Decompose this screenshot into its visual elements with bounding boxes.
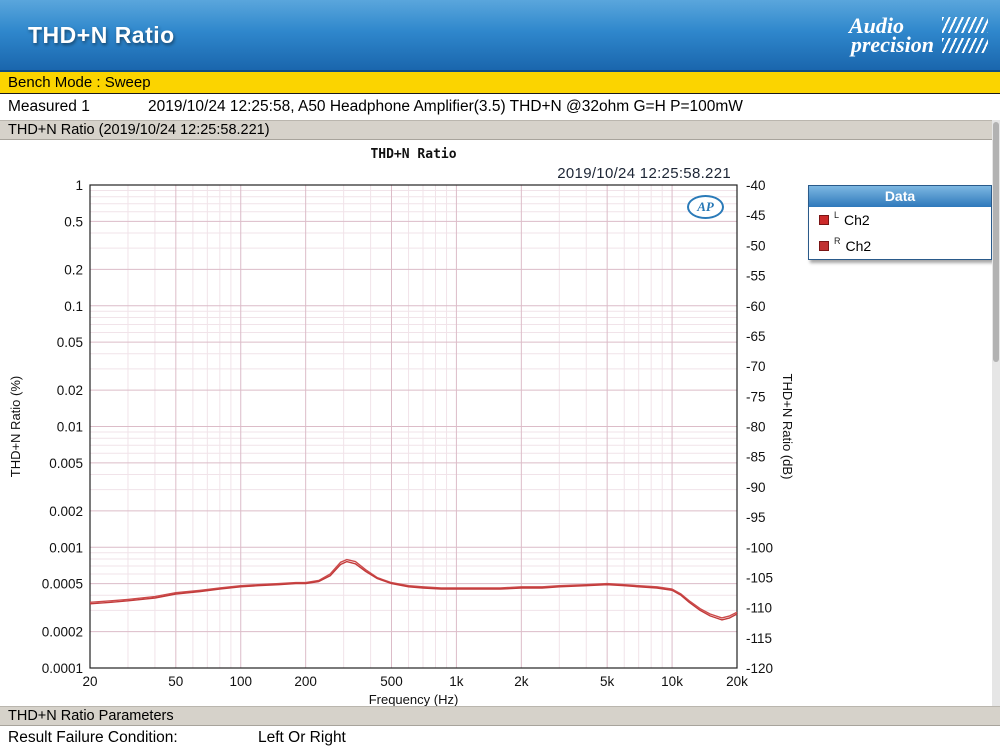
series-line [90, 560, 737, 618]
x-tick-label: 100 [229, 674, 252, 689]
ap-logo-badge: AP [687, 195, 724, 219]
failure-condition-value: Left Or Right [258, 729, 346, 747]
y-tick-label-right: -95 [746, 510, 766, 525]
legend-swatch [819, 241, 829, 251]
y-tick-label-left: 0.002 [49, 504, 83, 519]
x-tick-label: 20k [726, 674, 748, 689]
y-tick-label-right: -55 [746, 269, 766, 284]
y-tick-label-left: 0.005 [49, 456, 83, 471]
measured-value: 2019/10/24 12:25:58, A50 Headphone Ampli… [148, 98, 743, 116]
measured-label: Measured 1 [8, 98, 148, 116]
bench-mode-text: Bench Mode : Sweep [8, 74, 151, 91]
legend-body: LCh2RCh2 [809, 207, 991, 259]
y-tick-label-right: -120 [746, 661, 773, 676]
y-tick-label-right: -50 [746, 238, 766, 253]
y-tick-label-right: -110 [746, 601, 772, 616]
y-tick-label-left: 0.0002 [42, 625, 83, 640]
y-axis-label-right: THD+N Ratio (dB) [780, 374, 795, 480]
y-tick-label-left: 1 [75, 178, 83, 193]
stripe-block [942, 38, 988, 54]
y-tick-label-right: -65 [746, 329, 766, 344]
x-tick-label: 50 [168, 674, 183, 689]
y-tick-label-right: -75 [746, 389, 766, 404]
x-tick-label: 5k [600, 674, 615, 689]
parameters-header-bar: THD+N Ratio Parameters [0, 706, 1000, 726]
chart-timestamp: 2019/10/24 12:25:58.221 [557, 165, 731, 182]
vertical-scrollbar[interactable] [992, 120, 1000, 706]
brand-wordmark: Audio precision [849, 16, 934, 55]
y-tick-label-right: -100 [746, 540, 773, 555]
y-tick-label-left: 0.05 [57, 335, 83, 350]
brand-stripes-icon [942, 17, 988, 53]
channel-superscript: L [834, 210, 839, 220]
audio-precision-logo: Audio precision [849, 16, 988, 55]
y-tick-label-right: -40 [746, 178, 766, 193]
y-tick-label-right: -105 [746, 570, 773, 585]
y-tick-label-left: 0.2 [64, 262, 83, 277]
y-tick-label-right: -80 [746, 420, 766, 435]
series-line [90, 562, 737, 620]
x-tick-label: 20 [82, 674, 97, 689]
legend-entry[interactable]: R Ch2 [809, 233, 991, 259]
result-header-text: THD+N Ratio (2019/10/24 12:25:58.221) [8, 122, 270, 138]
page-title: THD+N Ratio [28, 22, 175, 49]
brand-line2: precision [849, 35, 934, 54]
x-tick-label: 500 [380, 674, 403, 689]
chart-region: 20 50 100 200 500 1k 2k 5k 10k 20k 1 0.5 0.2 0.1 0.05 0… [0, 140, 1000, 706]
y-tick-label-right: -115 [746, 631, 772, 646]
y-tick-label-right: -45 [746, 208, 766, 223]
bench-mode-bar: Bench Mode : Sweep [0, 72, 1000, 94]
y-tick-label-left: 0.5 [64, 214, 83, 229]
legend-entry[interactable]: L Ch2 [809, 207, 991, 233]
y-tick-label-left: 0.0001 [42, 661, 83, 676]
legend-swatch [819, 215, 829, 225]
y-tick-label-left: 0.02 [57, 383, 83, 398]
stripe-block [942, 17, 988, 33]
legend: Data LCh2RCh2 [808, 185, 992, 260]
parameters-header-text: THD+N Ratio Parameters [8, 708, 174, 724]
x-tick-label: 10k [661, 674, 683, 689]
y-tick-label-left: 0.1 [64, 299, 83, 314]
title-bar: THD+N Ratio Audio precision [0, 0, 1000, 72]
y-tick-label-right: -90 [746, 480, 766, 495]
failure-condition-label: Result Failure Condition: [8, 729, 258, 747]
x-tick-label: 2k [514, 674, 529, 689]
app-window: THD+N Ratio Audio precision Bench Mode :… [0, 0, 1000, 750]
failure-condition-row: Result Failure Condition: Left Or Right [0, 726, 1000, 750]
x-axis-label: Frequency (Hz) [369, 692, 459, 706]
y-tick-label-right: -60 [746, 299, 766, 314]
channel-superscript: R [834, 236, 841, 246]
scrollbar-thumb[interactable] [993, 122, 999, 362]
y-tick-label-right: -70 [746, 359, 766, 374]
y-axis-label-left: THD+N Ratio (%) [8, 376, 23, 478]
legend-entry-label: Ch2 [844, 212, 870, 228]
chart-title: THD+N Ratio [370, 147, 456, 162]
measured-row[interactable]: Measured 1 2019/10/24 12:25:58, A50 Head… [0, 94, 1000, 120]
y-tick-label-left: 0.01 [57, 420, 83, 435]
x-tick-label: 200 [294, 674, 317, 689]
legend-header: Data [809, 186, 991, 207]
result-header-bar: THD+N Ratio (2019/10/24 12:25:58.221) [0, 120, 1000, 140]
x-tick-label: 1k [449, 674, 464, 689]
y-tick-label-right: -85 [746, 450, 766, 465]
legend-entry-label: Ch2 [846, 238, 872, 254]
y-tick-label-left: 0.001 [49, 540, 83, 555]
y-tick-label-left: 0.0005 [42, 577, 83, 592]
